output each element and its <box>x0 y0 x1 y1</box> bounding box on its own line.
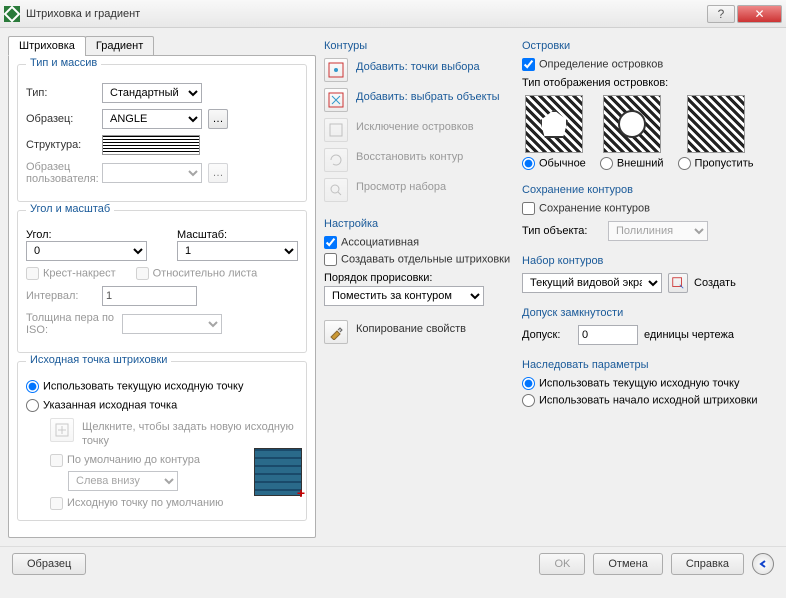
pattern-select[interactable]: ANGLE <box>102 109 202 129</box>
add-points-label: Добавить: точки выбора <box>356 58 480 74</box>
islands-heading: Островки <box>522 40 772 52</box>
group-type-title: Тип и массив <box>26 57 101 69</box>
help-button-footer[interactable]: Справка <box>671 553 744 575</box>
scale-select[interactable]: 1 <box>177 241 298 261</box>
default-origin-check: Исходную точку по умолчанию <box>50 497 223 509</box>
add-points-button[interactable] <box>324 58 348 82</box>
settings-heading: Настройка <box>324 218 514 230</box>
origin-pos-select: Слева внизу <box>68 471 178 491</box>
tab-gradient[interactable]: Градиент <box>85 36 154 56</box>
iso-select <box>122 314 222 334</box>
group-angle-title: Угол и масштаб <box>26 203 114 215</box>
contours-heading: Контуры <box>324 40 514 52</box>
island-mode-ignore[interactable]: Пропустить <box>678 95 754 170</box>
contour-set-heading: Набор контуров <box>522 255 772 267</box>
pick-origin-icon <box>50 418 74 442</box>
angle-select[interactable]: 0 <box>26 241 147 261</box>
pattern-browse-button[interactable]: … <box>208 109 228 129</box>
new-set-button[interactable] <box>668 273 688 293</box>
add-objects-button[interactable] <box>324 88 348 112</box>
custom-label: Образец пользователя: <box>26 161 96 185</box>
view-set-button <box>324 178 348 202</box>
type-select[interactable]: Стандартный <box>102 83 202 103</box>
custom-browse-button: … <box>208 163 228 183</box>
tolerance-heading: Допуск замкнутости <box>522 307 772 319</box>
contour-set-select[interactable]: Текущий видовой экран <box>522 273 662 293</box>
ok-button[interactable]: OK <box>539 553 585 575</box>
group-origin-title: Исходная точка штриховки <box>26 354 171 366</box>
copy-props-label: Копирование свойств <box>356 320 466 336</box>
expand-button[interactable] <box>752 553 774 575</box>
window-title: Штриховка и градиент <box>26 8 705 20</box>
copy-props-button[interactable] <box>324 320 348 344</box>
separate-check[interactable]: Создавать отдельные штриховки <box>324 253 514 266</box>
restore-contour-button <box>324 148 348 172</box>
view-set-label: Просмотр набора <box>356 178 446 194</box>
inherit-heading: Наследовать параметры <box>522 359 772 371</box>
save-contours-check[interactable]: Сохранение контуров <box>522 202 772 215</box>
exclude-islands-label: Исключение островков <box>356 118 474 134</box>
type-label: Тип: <box>26 87 96 99</box>
structure-label: Структура: <box>26 139 96 151</box>
pick-origin-text: Щелкните, чтобы задать новую исходную то… <box>82 418 298 448</box>
order-label: Порядок прорисовки: <box>324 272 514 284</box>
default-contour-check: По умолчанию до контура <box>50 454 200 466</box>
cancel-button[interactable]: Отмена <box>593 553 662 575</box>
associative-check[interactable]: Ассоциативная <box>324 236 514 249</box>
save-contours-heading: Сохранение контуров <box>522 184 772 196</box>
origin-specified-radio[interactable]: Указанная исходная точка <box>26 399 177 412</box>
create-label: Создать <box>694 277 736 289</box>
relative-check: Относительно листа <box>136 267 258 280</box>
tolerance-units: единицы чертежа <box>644 330 734 341</box>
pattern-label: Образец: <box>26 113 96 125</box>
objtype-select: Полилиния <box>608 221 708 241</box>
hatch-preview-icon <box>254 448 302 496</box>
detect-islands-check[interactable]: Определение островков <box>522 58 772 71</box>
add-objects-label: Добавить: выбрать объекты <box>356 88 500 104</box>
angle-label: Угол: <box>26 229 147 241</box>
origin-current-radio[interactable]: Использовать текущую исходную точку <box>26 380 243 393</box>
tab-hatch[interactable]: Штриховка <box>8 36 86 56</box>
sample-button[interactable]: Образец <box>12 553 86 575</box>
order-select[interactable]: Поместить за контуром <box>324 286 484 306</box>
exclude-islands-button <box>324 118 348 142</box>
structure-swatch[interactable] <box>102 135 200 155</box>
island-mode-outer[interactable]: Внешний <box>600 95 664 170</box>
island-mode-normal[interactable]: Обычное <box>522 95 586 170</box>
custom-select <box>102 163 202 183</box>
inherit-current-radio[interactable]: Использовать текущую исходную точку <box>522 377 772 390</box>
iso-label: Толщина пера по ISO: <box>26 312 116 336</box>
app-icon <box>4 6 20 22</box>
interval-input <box>102 286 197 306</box>
cross-check: Крест-накрест <box>26 267 116 280</box>
scale-label: Масштаб: <box>177 229 298 241</box>
objtype-label: Тип объекта: <box>522 225 602 237</box>
inherit-source-radio[interactable]: Использовать начало исходной штриховки <box>522 394 772 407</box>
interval-label: Интервал: <box>26 290 96 302</box>
island-display-label: Тип отображения островков: <box>522 77 772 89</box>
close-button[interactable]: ✕ <box>737 5 782 23</box>
tolerance-input[interactable] <box>578 325 638 345</box>
titlebar: Штриховка и градиент ? ✕ <box>0 0 786 28</box>
help-button[interactable]: ? <box>707 5 735 23</box>
tolerance-label: Допуск: <box>522 329 572 341</box>
restore-contour-label: Восстановить контур <box>356 148 463 164</box>
